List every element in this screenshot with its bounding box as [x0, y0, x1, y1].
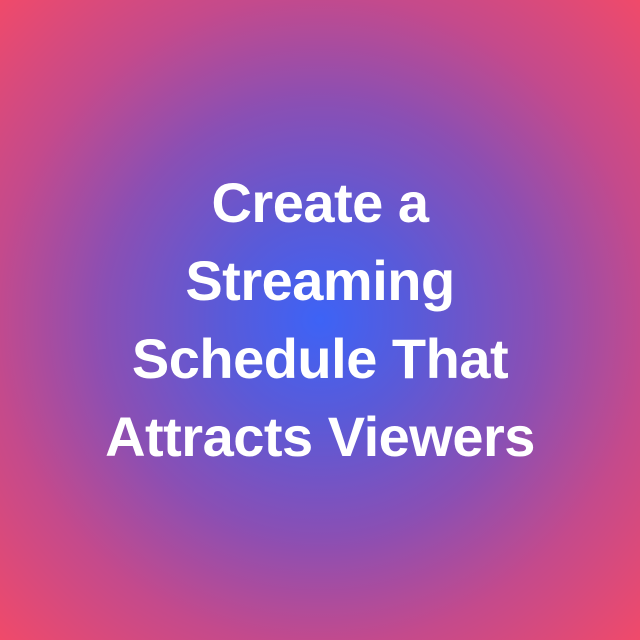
headline-line-1: Create a — [211, 171, 429, 234]
headline-line-4: Attracts Viewers — [105, 405, 535, 468]
headline: Create a Streaming Schedule That Attract… — [20, 164, 620, 476]
headline-line-3: Schedule That — [131, 327, 509, 390]
title-card: Create a Streaming Schedule That Attract… — [0, 0, 640, 640]
headline-line-2: Streaming — [185, 249, 455, 312]
